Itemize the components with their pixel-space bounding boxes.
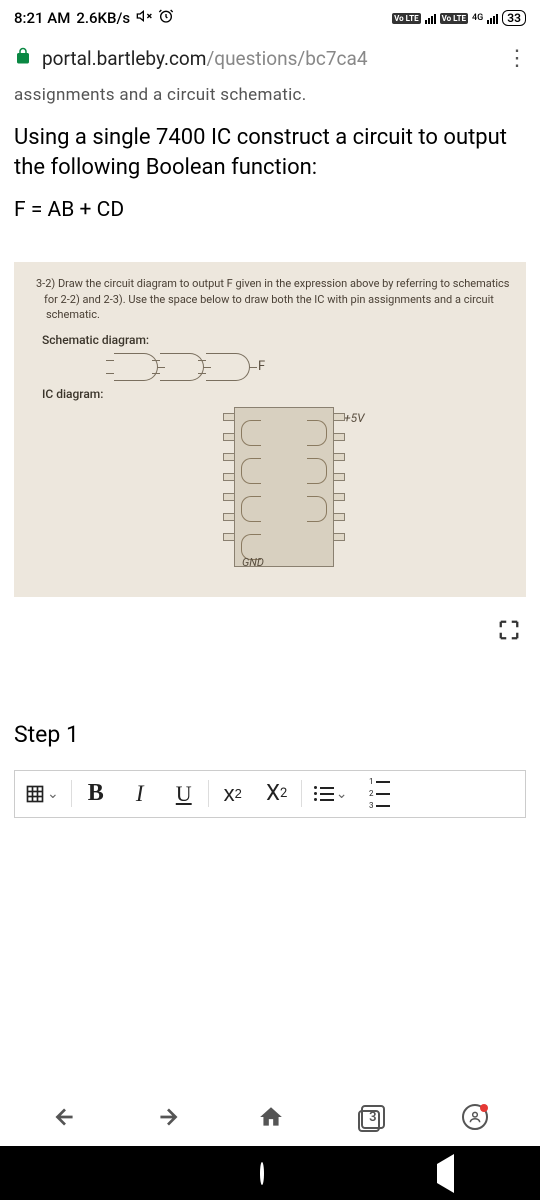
table-insert-button[interactable]: ⌄ [15, 771, 69, 817]
browser-url-bar[interactable]: portal.bartleby.com/questions/bc7ca4 ⋮ [0, 36, 540, 81]
lock-icon [14, 47, 32, 70]
signal-icon-1 [425, 12, 436, 24]
status-speed: 2.6KB/s [76, 9, 130, 27]
ic-chip [234, 407, 334, 567]
browser-bottom-nav: 3 [0, 1088, 540, 1146]
bullet-list-button[interactable]: ⌄ [304, 771, 358, 817]
instruction-line-3: schematic. [24, 307, 516, 322]
back-button[interactable] [52, 1104, 78, 1130]
subscript-button[interactable]: X2 [255, 771, 299, 817]
editor-toolbar: ⌄ B I U x2 X2 ⌄ 123 [14, 770, 526, 818]
lte-badge-1: Vo LTE [392, 13, 420, 24]
question-image[interactable]: 3-2) Draw the circuit diagram to output … [14, 262, 526, 596]
partial-header-text: assignments and a circuit schematic. [14, 85, 526, 105]
answer-section: Step 1 ⌄ B I U x2 X2 ⌄ 123 [0, 721, 540, 818]
home-system-button[interactable] [260, 1164, 264, 1183]
ic-chip-area: +5V GND [24, 407, 516, 577]
expand-image-icon[interactable] [498, 619, 520, 647]
browser-menu-icon[interactable]: ⋮ [506, 46, 526, 71]
step-title: Step 1 [14, 721, 526, 748]
underline-button[interactable]: U [162, 771, 206, 817]
superscript-button[interactable]: x2 [211, 771, 255, 817]
nand-gate-1 [114, 353, 158, 381]
home-button[interactable] [258, 1104, 284, 1130]
url-path: /questions/bc7ca4 [206, 47, 367, 70]
formula-text: F = AB + CD [14, 198, 526, 222]
tabs-button[interactable]: 3 [361, 1105, 385, 1129]
numbered-list-button[interactable]: 123 [357, 771, 401, 817]
signal-icon-2 [487, 12, 498, 24]
status-left: 8:21 AM 2.6KB/s [14, 8, 174, 28]
gnd-label: GND [242, 556, 264, 569]
voltage-label: +5V [344, 411, 365, 425]
ic-diagram-label: IC diagram: [24, 387, 516, 401]
system-nav-bar [0, 1146, 540, 1200]
schematic-gates: F [114, 353, 516, 381]
instruction-line-2: for 2-2) and 2-3). Use the space below t… [24, 292, 516, 307]
battery-indicator: 33 [502, 10, 526, 26]
nand-gate-3 [206, 353, 250, 381]
question-text: Using a single 7400 IC construct a circu… [14, 123, 526, 182]
chevron-down-icon: ⌄ [47, 786, 59, 802]
page-content: assignments and a circuit schematic. Usi… [0, 81, 540, 601]
bold-button[interactable]: B [74, 771, 118, 817]
schematic-label: Schematic diagram: [24, 333, 516, 347]
mute-icon [136, 8, 152, 28]
italic-button[interactable]: I [118, 771, 162, 817]
profile-icon [462, 1104, 488, 1130]
lte-badge-2: Vo LTE [440, 13, 468, 24]
tab-count: 3 [361, 1105, 385, 1129]
back-system-button[interactable] [437, 1164, 454, 1183]
forward-button[interactable] [155, 1104, 181, 1130]
nand-gate-2 [160, 353, 204, 381]
url-domain: portal.bartleby.com [42, 47, 206, 70]
alarm-icon [158, 8, 174, 28]
worksheet-instructions: 3-2) Draw the circuit diagram to output … [24, 276, 516, 322]
url-text[interactable]: portal.bartleby.com/questions/bc7ca4 [42, 47, 496, 70]
status-bar: 8:21 AM 2.6KB/s Vo LTE Vo LTE 4G 33 [0, 0, 540, 36]
network-4g: 4G [472, 13, 483, 23]
chevron-down-icon: ⌄ [336, 786, 348, 802]
instruction-line-1: 3-2) Draw the circuit diagram to output … [24, 276, 516, 291]
status-right: Vo LTE Vo LTE 4G 33 [392, 10, 526, 26]
profile-button[interactable] [462, 1104, 488, 1130]
status-time: 8:21 AM [14, 9, 70, 27]
output-f-label: F [258, 359, 265, 374]
